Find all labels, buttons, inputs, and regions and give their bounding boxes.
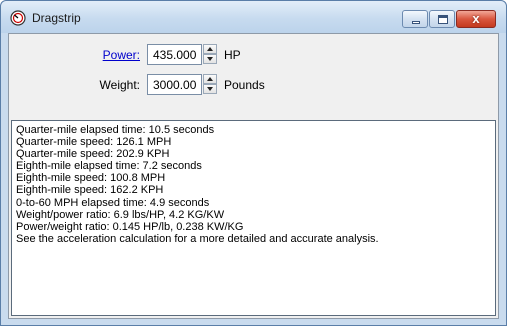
power-input[interactable]: 435.000 <box>147 44 202 65</box>
power-spinner[interactable] <box>203 44 217 65</box>
weight-spin-down-button[interactable] <box>203 84 217 94</box>
weight-unit: Pounds <box>224 78 265 92</box>
result-line: Weight/power ratio: 6.9 lbs/HP, 4.2 KG/K… <box>16 208 225 221</box>
result-line: Quarter-mile elapsed time: 10.5 seconds <box>16 124 215 136</box>
gauge-icon <box>10 10 26 26</box>
weight-spin-up-button[interactable] <box>203 74 217 84</box>
results-textbox[interactable]: Quarter-mile elapsed time: 10.5 seconds … <box>11 120 496 316</box>
client-area: Power: 435.000 HP Weight: 3000.00 Pounds… <box>8 33 499 319</box>
close-icon: x <box>472 11 480 26</box>
weight-spinner[interactable] <box>203 74 217 95</box>
power-link[interactable]: Power: <box>9 48 140 62</box>
power-spin-down-button[interactable] <box>203 54 217 64</box>
result-line: Power/weight ratio: 0.145 HP/lb, 0.238 K… <box>16 220 244 233</box>
result-line: Eighth-mile speed: 162.2 KPH <box>16 184 164 197</box>
minimize-button[interactable] <box>402 10 428 28</box>
result-line: Quarter-mile speed: 202.9 KPH <box>16 148 170 161</box>
maximize-button[interactable] <box>429 10 455 28</box>
window-title: Dragstrip <box>32 11 81 25</box>
dragstrip-window: Dragstrip x Power: 435.000 HP Weight: 30… <box>0 0 507 326</box>
result-line: Eighth-mile elapsed time: 7.2 seconds <box>16 160 202 173</box>
close-button[interactable]: x <box>456 10 496 28</box>
weight-label: Weight: <box>99 78 140 92</box>
power-unit: HP <box>224 48 241 62</box>
title-bar[interactable]: Dragstrip x <box>1 1 506 33</box>
weight-input[interactable]: 3000.00 <box>147 74 202 95</box>
result-line: Eighth-mile speed: 100.8 MPH <box>16 172 166 185</box>
power-spin-up-button[interactable] <box>203 44 217 54</box>
result-line: See the acceleration calculation for a m… <box>16 232 379 245</box>
result-line: 0-to-60 MPH elapsed time: 4.9 seconds <box>16 196 210 209</box>
result-line: Quarter-mile speed: 126.1 MPH <box>16 136 172 149</box>
